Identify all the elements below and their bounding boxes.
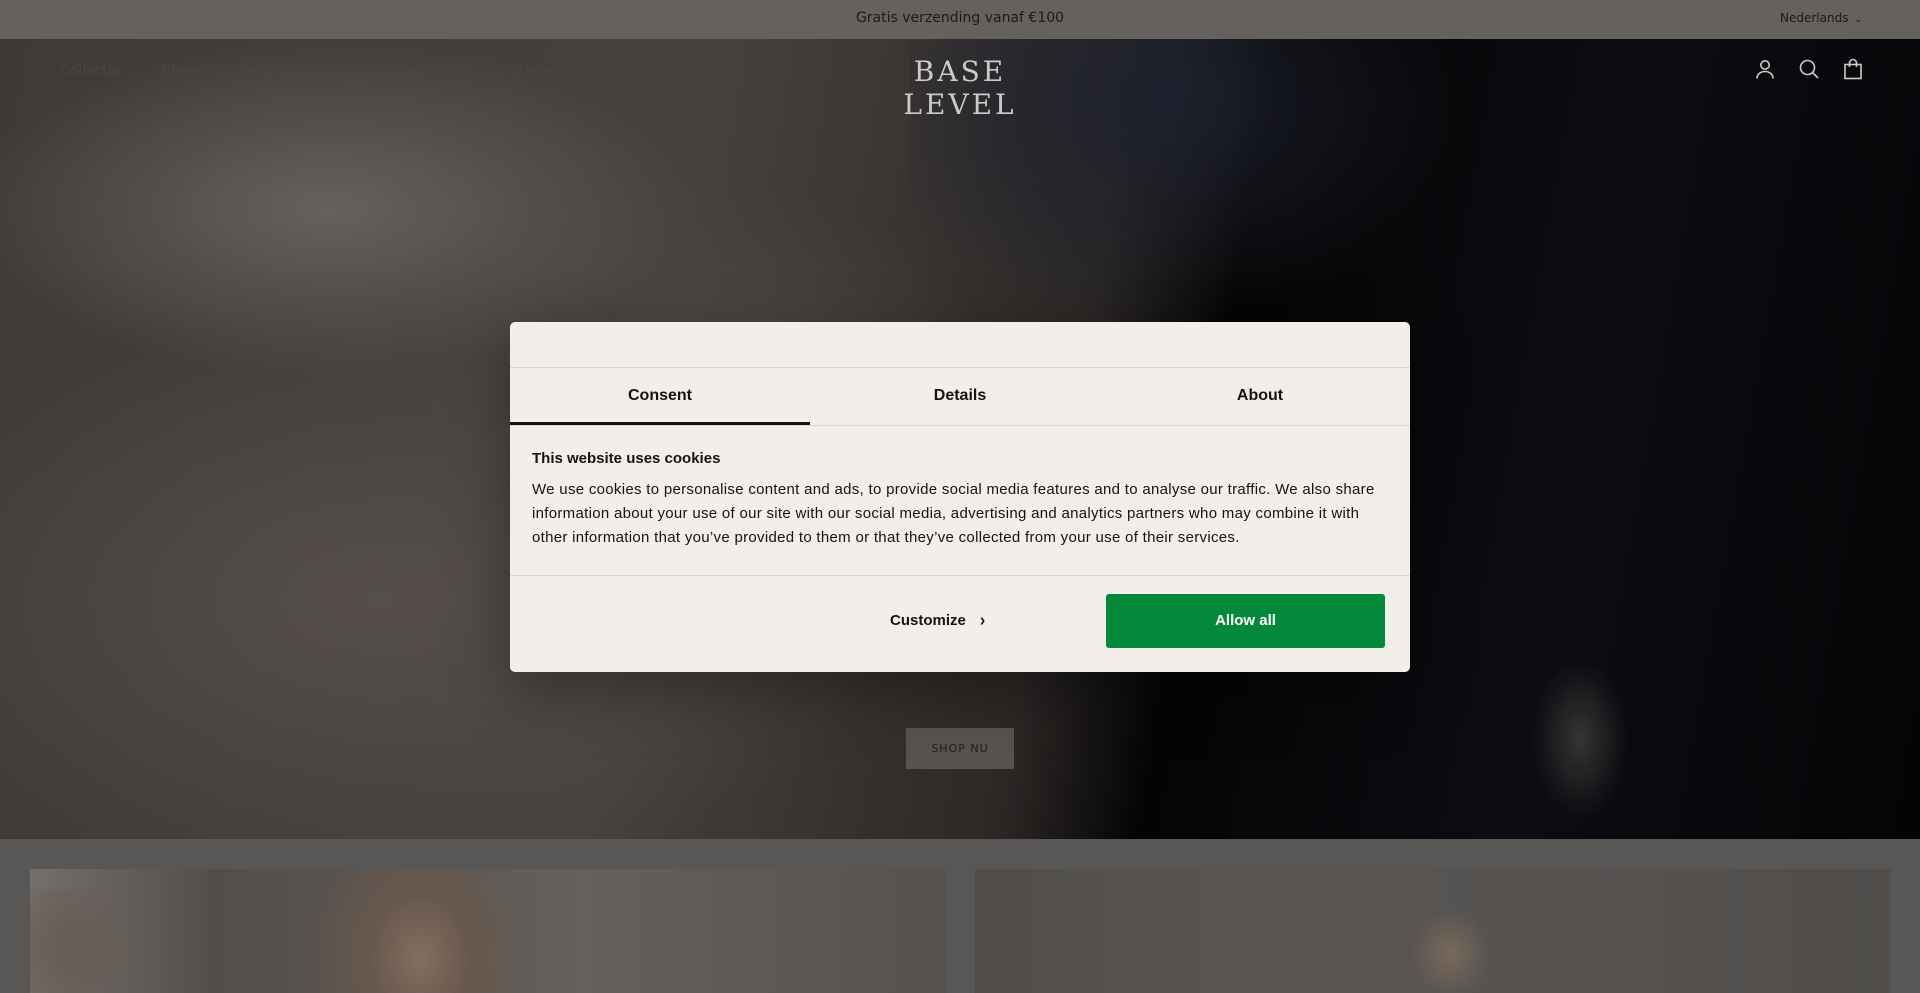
- dialog-header: [510, 322, 1410, 368]
- tab-about[interactable]: About: [1110, 368, 1410, 425]
- dialog-actions: Customize › Allow all: [510, 576, 1410, 671]
- dialog-tabs: Consent Details About: [510, 368, 1410, 426]
- tab-details[interactable]: Details: [810, 368, 1110, 425]
- allow-all-button[interactable]: Allow all: [1106, 594, 1385, 648]
- dialog-text: We use cookies to personalise content an…: [532, 481, 1375, 546]
- customize-label: Customize: [890, 612, 966, 629]
- chevron-right-icon: ›: [979, 611, 986, 630]
- dialog-body: This website uses cookies We use cookies…: [510, 426, 1410, 576]
- cookie-consent-dialog: Consent Details About This website uses …: [510, 322, 1410, 672]
- dialog-heading: This website uses cookies: [532, 450, 721, 467]
- tab-consent[interactable]: Consent: [510, 368, 810, 425]
- customize-button[interactable]: Customize ›: [890, 611, 986, 630]
